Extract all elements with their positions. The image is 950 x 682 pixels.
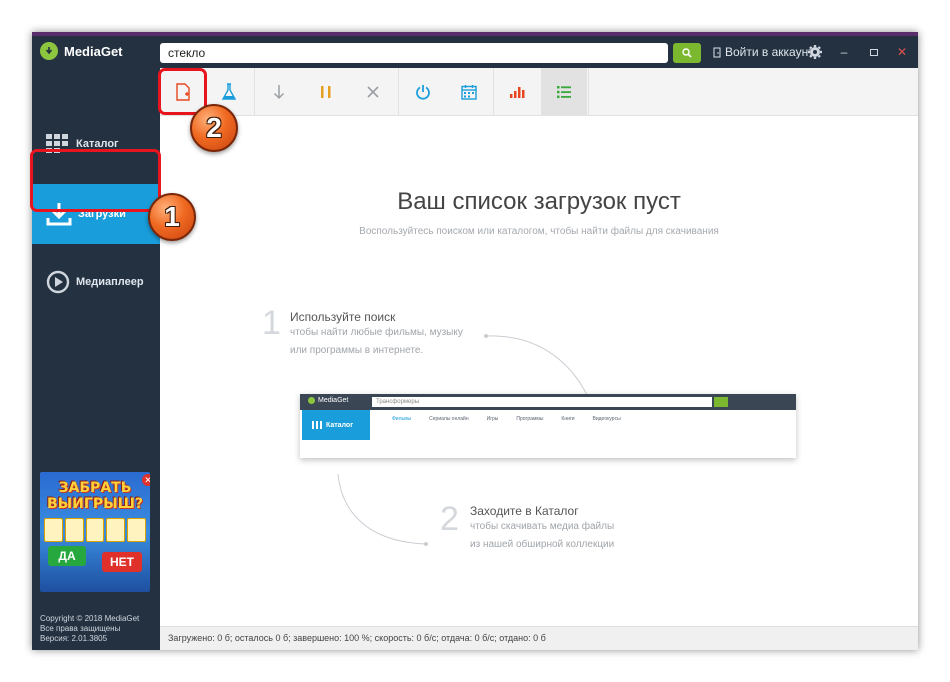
rights-line: Все права защищены: [40, 624, 121, 633]
arrow-dot: [424, 542, 428, 546]
minimize-button[interactable]: –: [831, 40, 857, 64]
search-button[interactable]: [673, 43, 701, 63]
sidebar-item-mediaplayer[interactable]: Медиаплеер: [32, 254, 160, 310]
ad-no-button[interactable]: НЕТ: [102, 552, 142, 572]
search-icon: [682, 48, 692, 58]
calendar-icon: [461, 85, 477, 100]
stop-button[interactable]: [350, 68, 396, 116]
ad-slot: [85, 518, 105, 542]
ad-yes-button[interactable]: ДА: [48, 546, 86, 566]
preview-tab: Видеокурсы: [592, 416, 621, 422]
gear-icon[interactable]: [807, 43, 823, 61]
empty-subtitle: Воспользуйтесь поиском или каталогом, чт…: [359, 226, 719, 237]
preview-tabs: Фильмы Сериалы онлайн Игры Программы Кни…: [392, 416, 621, 422]
step1-number: 1: [262, 304, 281, 342]
highlight-downloads: [30, 149, 161, 212]
step-badge-2: 2: [190, 104, 238, 152]
ad-title: ЗАБРАТЬ ВЫИГРЫШ?: [40, 480, 150, 512]
step2-line2: из нашей обширной коллекции: [470, 539, 615, 550]
list-icon: [557, 86, 571, 99]
login-link[interactable]: Войти в аккаунт: [713, 45, 814, 59]
sidebar-item-label: Медиаплеер: [76, 276, 144, 288]
login-label: Войти в аккаунт: [725, 45, 814, 59]
preview-tab: Сериалы онлайн: [429, 416, 469, 422]
search-input[interactable]: [160, 43, 668, 63]
version-line: Версия: 2.01.3805: [40, 634, 108, 643]
title-bar: MediaGet Войти в аккаунт – ✕: [32, 32, 918, 68]
preview-logo-icon: [308, 397, 315, 404]
ad-slot: [127, 518, 146, 542]
arrow-curve-2: [337, 473, 427, 545]
catalog-preview: MediaGet Трансформеры Каталог Фильмы Сер…: [300, 394, 796, 458]
preview-grid-icon: [312, 421, 322, 429]
copyright-line: Copyright © 2018 MediaGet: [40, 614, 140, 623]
power-button[interactable]: [400, 68, 446, 116]
main-content: Ваш список загрузок пуст Воспользуйтесь …: [160, 116, 918, 626]
step2-text: чтобы скачивать медиа файлы из нашей обш…: [470, 518, 614, 554]
toolbar-separator: [588, 68, 589, 116]
preview-search-button: [714, 397, 728, 407]
step2-number: 2: [440, 500, 459, 538]
preview-tab: Книги: [561, 416, 575, 422]
flask-icon: [221, 83, 237, 100]
step2-line1: чтобы скачивать медиа файлы: [470, 521, 615, 532]
preview-tab: Фильмы: [392, 416, 412, 422]
copyright: Copyright © 2018 MediaGet Все права защи…: [40, 614, 139, 644]
schedule-button[interactable]: [446, 68, 492, 116]
stats-button[interactable]: [494, 68, 540, 116]
power-icon: [416, 85, 430, 100]
toolbar: [160, 68, 918, 116]
step-badge-1: 1: [148, 193, 196, 241]
play-icon: [46, 270, 70, 294]
minimize-icon: –: [840, 45, 848, 59]
status-bar: Загружено: 0 б; осталось 0 б; завершено:…: [160, 626, 918, 650]
app-name: MediaGet: [64, 43, 123, 59]
ad-slot: [64, 518, 84, 542]
ad-slots: [44, 518, 146, 542]
preview-tab: Игры: [486, 416, 499, 422]
maximize-icon: [870, 48, 878, 56]
preview-catalog-item: Каталог: [302, 410, 370, 440]
ad-title-line2: ВЫИГРЫШ?: [47, 496, 143, 512]
toolbar-separator: [254, 68, 255, 116]
preview-tab: Программы: [516, 416, 544, 422]
close-window-icon: ✕: [896, 45, 908, 59]
close-window-button[interactable]: ✕: [889, 40, 915, 64]
toolbar-separator: [398, 68, 399, 116]
app-window: MediaGet Войти в аккаунт – ✕ Каталог Заг…: [32, 32, 918, 650]
pause-icon: [321, 86, 331, 98]
pause-button[interactable]: [303, 68, 349, 116]
door-icon: [713, 47, 721, 57]
ad-title-line1: ЗАБРАТЬ: [58, 480, 132, 496]
app-logo: MediaGet: [40, 42, 123, 60]
preview-search: Трансформеры: [372, 397, 712, 407]
ad-banner[interactable]: ЗАБРАТЬ ВЫИГРЫШ? ДА НЕТ ✕: [40, 472, 150, 592]
step1-heading: Используйте поиск: [290, 310, 396, 324]
mediaget-logo-icon: [40, 42, 58, 60]
empty-title: Ваш список загрузок пуст: [397, 188, 681, 215]
resume-button[interactable]: [256, 68, 302, 116]
ad-slot: [44, 518, 63, 542]
ad-slot: [106, 518, 126, 542]
preview-logo: MediaGet: [308, 397, 348, 404]
step2-heading: Заходите в Каталог: [470, 504, 579, 518]
preview-catalog-label: Каталог: [326, 421, 354, 429]
preview-logo-text: MediaGet: [318, 397, 349, 404]
preview-titlebar: MediaGet Трансформеры: [300, 394, 796, 410]
bar-chart-icon: [510, 87, 525, 98]
list-view-button[interactable]: [541, 68, 587, 116]
close-icon: [367, 86, 379, 98]
download-arrow-icon: [273, 85, 285, 100]
maximize-button[interactable]: [861, 40, 887, 64]
ad-close-icon[interactable]: ✕: [142, 474, 150, 486]
